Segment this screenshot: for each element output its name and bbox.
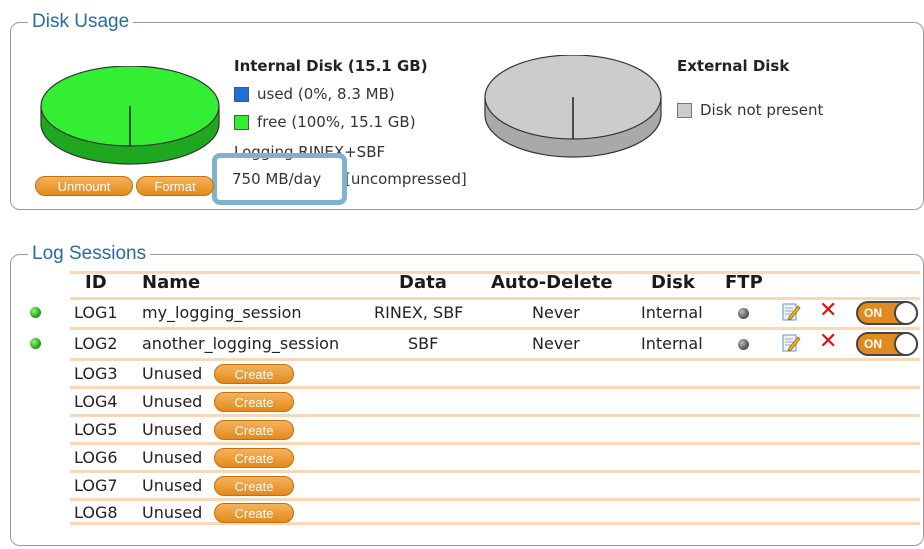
session-id: LOG4 — [74, 392, 118, 411]
internal-disk-title: Internal Disk (15.1 GB) — [234, 57, 428, 75]
session-auto-delete: Never — [532, 303, 580, 322]
session-disk: Internal — [641, 334, 703, 353]
create-session-button[interactable]: Create — [214, 503, 294, 523]
session-name: another_logging_session — [142, 334, 340, 353]
edit-icon[interactable] — [781, 302, 801, 322]
toggle-label: ON — [864, 337, 882, 351]
session-id: LOG5 — [74, 420, 118, 439]
used-legend: used (0%, 8.3 MB) — [234, 85, 395, 103]
header-data: Data — [399, 272, 447, 293]
external-disk-title: External Disk — [677, 57, 790, 75]
log-sessions-title: Log Sessions — [28, 243, 151, 265]
header-ftp: FTP — [725, 272, 763, 293]
ftp-status-icon — [738, 308, 749, 319]
session-active-icon — [30, 307, 41, 318]
session-toggle-switch[interactable]: ON — [856, 301, 918, 325]
session-toggle-switch[interactable]: ON — [856, 332, 918, 356]
session-status: Unused — [142, 364, 203, 383]
external-disk-pie-chart — [484, 55, 662, 158]
session-id: LOG2 — [74, 334, 118, 353]
unmount-button[interactable]: Unmount — [35, 176, 133, 196]
session-data: SBF — [408, 334, 439, 353]
header-id: ID — [85, 272, 107, 293]
logging-note: [uncompressed] — [345, 170, 467, 188]
session-name: my_logging_session — [142, 303, 302, 322]
row-separator — [70, 414, 920, 417]
row-separator — [70, 297, 920, 300]
create-session-button[interactable]: Create — [214, 448, 294, 468]
session-active-icon — [30, 338, 41, 349]
row-separator — [70, 470, 920, 473]
session-status: Unused — [142, 448, 203, 467]
create-session-button[interactable]: Create — [214, 364, 294, 384]
session-auto-delete: Never — [532, 334, 580, 353]
session-id: LOG1 — [74, 303, 118, 322]
header-disk: Disk — [651, 272, 695, 293]
session-id: LOG7 — [74, 476, 118, 495]
session-id: LOG3 — [74, 364, 118, 383]
external-status-legend: Disk not present — [677, 101, 823, 119]
session-id: LOG8 — [74, 503, 118, 522]
free-legend: free (100%, 15.1 GB) — [234, 113, 416, 131]
internal-disk-pie-chart — [40, 66, 220, 165]
header-auto-delete: Auto-Delete — [491, 272, 613, 293]
delete-icon[interactable]: ✕ — [819, 300, 837, 322]
session-id: LOG6 — [74, 448, 118, 467]
session-status: Unused — [142, 503, 203, 522]
session-data: RINEX, SBF — [374, 303, 464, 322]
create-session-button[interactable]: Create — [214, 420, 294, 440]
delete-icon[interactable]: ✕ — [819, 331, 837, 353]
header-name: Name — [142, 272, 201, 293]
ftp-status-icon — [738, 339, 749, 350]
edit-icon[interactable] — [781, 333, 801, 353]
session-status: Unused — [142, 476, 203, 495]
external-status-label: Disk not present — [700, 101, 824, 119]
disk-usage-title: Disk Usage — [28, 11, 134, 33]
create-session-button[interactable]: Create — [214, 476, 294, 496]
not-present-swatch — [677, 102, 692, 118]
session-status: Unused — [142, 392, 203, 411]
row-separator — [70, 498, 920, 501]
logging-rate-highlight — [212, 153, 347, 205]
used-swatch — [234, 86, 249, 102]
session-status: Unused — [142, 420, 203, 439]
session-disk: Internal — [641, 303, 703, 322]
free-label: free (100%, 15.1 GB) — [257, 113, 416, 131]
row-separator — [70, 442, 920, 445]
row-separator — [70, 327, 920, 330]
toggle-knob — [894, 301, 918, 325]
toggle-label: ON — [864, 306, 882, 320]
row-separator — [70, 358, 920, 361]
used-label: used (0%, 8.3 MB) — [257, 85, 395, 103]
row-separator — [70, 386, 920, 389]
toggle-knob — [894, 332, 918, 356]
free-swatch — [234, 114, 249, 130]
format-button[interactable]: Format — [136, 176, 214, 196]
create-session-button[interactable]: Create — [214, 392, 294, 412]
